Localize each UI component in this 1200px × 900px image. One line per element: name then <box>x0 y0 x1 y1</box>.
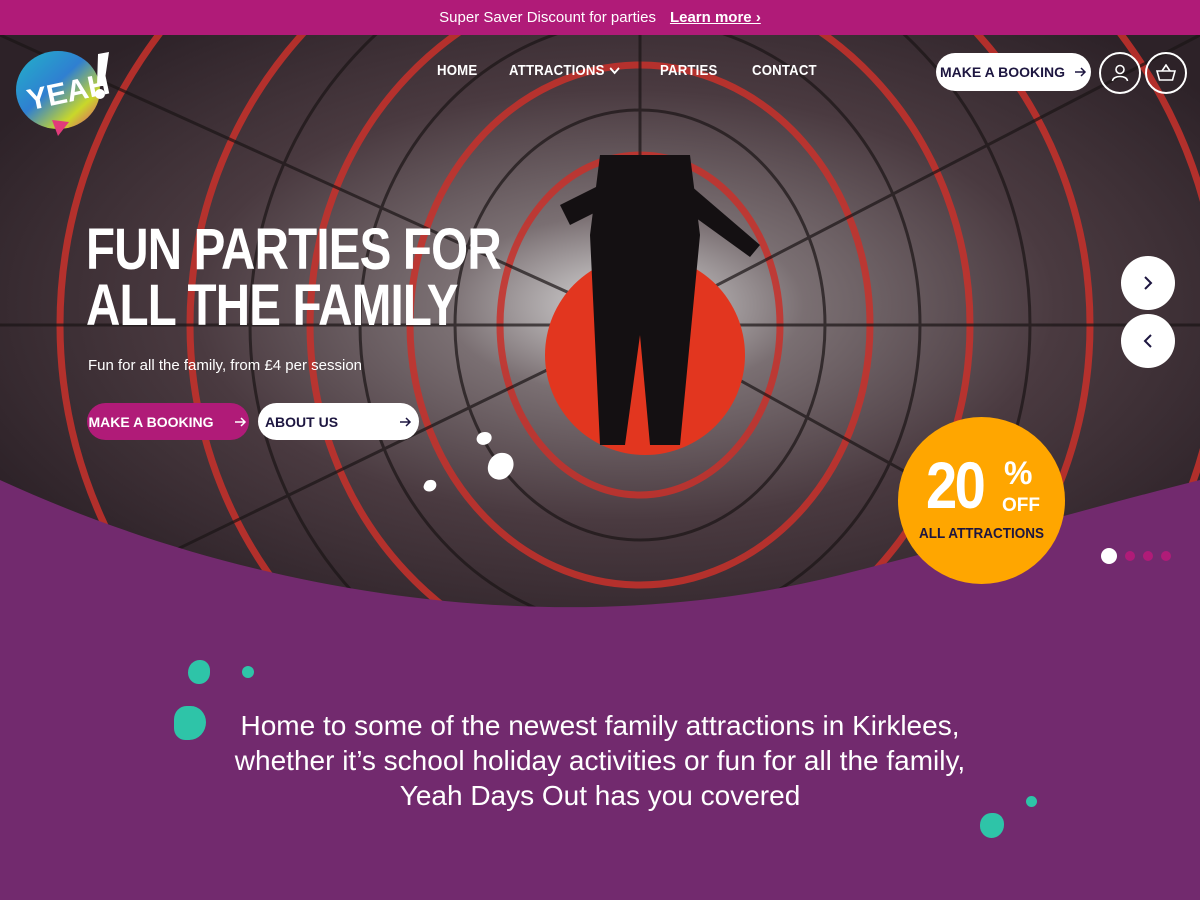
nav-label: HOME <box>437 62 478 79</box>
nav-label: PARTIES <box>660 62 718 79</box>
arrow-right-icon <box>235 416 247 427</box>
main-nav: HOME ATTRACTIONS PARTIES CONTACT <box>437 62 825 79</box>
decorative-blob <box>1026 796 1037 807</box>
decorative-blob <box>174 706 206 740</box>
nav-item-parties[interactable]: PARTIES <box>660 62 717 79</box>
discount-badge: 20 % OFF ALL ATTRACTIONS <box>898 417 1065 584</box>
learn-more-link[interactable]: Learn more › <box>670 9 761 26</box>
account-button[interactable] <box>1099 52 1141 94</box>
announcement-text: Super Saver Discount for parties <box>439 9 656 26</box>
carousel-dot[interactable] <box>1101 548 1117 564</box>
nav-label: ATTRACTIONS <box>508 62 605 79</box>
announcement-bar: Super Saver Discount for parties Learn m… <box>0 0 1200 35</box>
arrow-right-icon <box>400 416 412 427</box>
discount-off: OFF <box>1002 495 1040 516</box>
hero-title: FUN PARTIES FOR ALL THE FAMILY <box>86 217 502 338</box>
discount-label: ALL ATTRACTIONS <box>919 525 1044 542</box>
hero-booking-button[interactable]: MAKE A BOOKING <box>87 403 249 440</box>
intro-text: Home to some of the newest family attrac… <box>234 710 966 811</box>
carousel-next-button[interactable] <box>1121 256 1175 310</box>
decorative-blob <box>242 666 254 678</box>
nav-item-attractions[interactable]: ATTRACTIONS <box>509 62 620 79</box>
hero-booking-label: MAKE A BOOKING <box>88 413 214 430</box>
nav-item-contact[interactable]: CONTACT <box>752 62 817 79</box>
chevron-left-icon <box>1143 334 1152 348</box>
hero-title-line1: FUN PARTIES FOR <box>86 217 502 282</box>
carousel-dot[interactable] <box>1161 551 1171 561</box>
discount-percent-sign: % <box>1004 455 1033 491</box>
decorative-blob <box>188 660 210 684</box>
yeah-logo[interactable]: YEAH <box>14 48 110 136</box>
arrow-right-icon <box>1074 67 1087 77</box>
discount-percent: 20 <box>926 448 986 522</box>
user-icon <box>1111 64 1129 82</box>
nav-label: CONTACT <box>751 62 817 79</box>
basket-button[interactable] <box>1145 52 1187 94</box>
carousel-prev-button[interactable] <box>1121 314 1175 368</box>
hero-subtitle: Fun for all the family, from £4 per sess… <box>88 357 362 374</box>
basket-icon <box>1156 64 1176 81</box>
hero-title-line2: ALL THE FAMILY <box>86 273 458 338</box>
carousel-dots <box>1101 548 1171 564</box>
header-booking-label: MAKE A BOOKING <box>940 64 1065 80</box>
chevron-right-icon <box>1144 276 1153 290</box>
carousel-dot[interactable] <box>1125 551 1135 561</box>
decorative-blob <box>980 813 1004 838</box>
nav-item-home[interactable]: HOME <box>437 62 477 79</box>
carousel-dot[interactable] <box>1143 551 1153 561</box>
about-us-label: ABOUT US <box>264 413 339 430</box>
about-us-button[interactable]: ABOUT US <box>258 403 419 440</box>
header-booking-button[interactable]: MAKE A BOOKING <box>936 53 1091 91</box>
chevron-down-icon <box>609 66 620 74</box>
